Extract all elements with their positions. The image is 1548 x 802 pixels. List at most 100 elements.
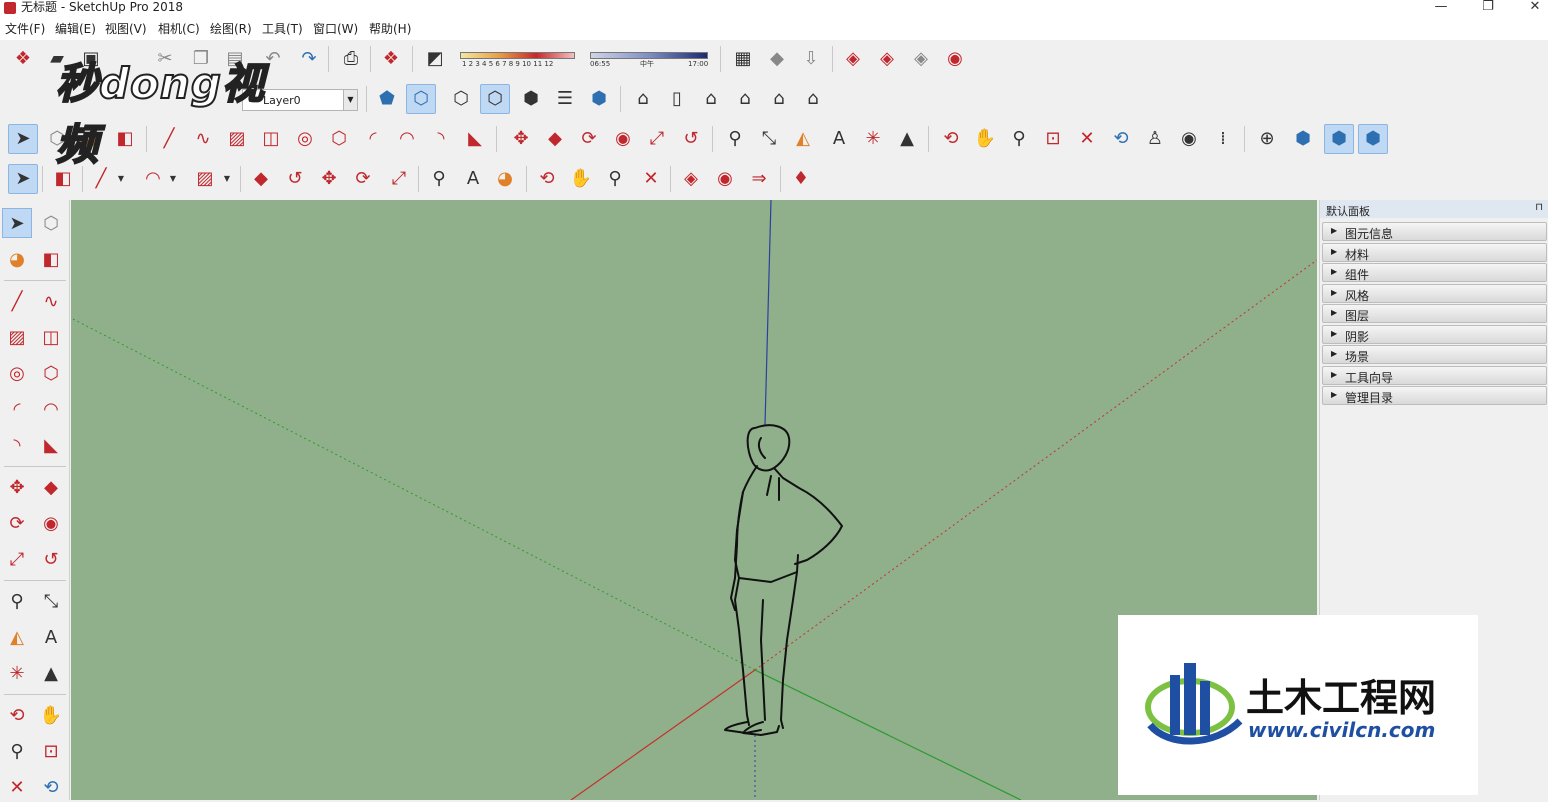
select-tool-icon[interactable]: ➤ — [8, 124, 38, 154]
tape-measure-icon[interactable]: ⚲ — [720, 124, 750, 154]
ruby-disabled-icon[interactable]: ◈ — [906, 44, 936, 74]
panel-outliner[interactable]: ▶ 管理目录 — [1322, 386, 1547, 405]
panel-styles[interactable]: ▶ 风格 — [1322, 284, 1547, 303]
push-pull-icon[interactable]: ◆ — [540, 124, 570, 154]
pie-tool-icon[interactable]: ◣ — [36, 430, 66, 460]
axes-tool-icon[interactable]: ✳ — [2, 658, 32, 688]
zoom-window-icon[interactable]: ⊡ — [1038, 124, 1068, 154]
follow-me-icon[interactable]: ◉ — [36, 508, 66, 538]
pan-tool-icon[interactable]: ✋ — [566, 164, 596, 194]
extension-warehouse-icon[interactable]: ⇩ — [796, 44, 826, 74]
eraser-icon[interactable]: ◧ — [36, 244, 66, 274]
menu-tools[interactable]: 工具(T) — [262, 22, 303, 36]
pan-tool-icon[interactable]: ✋ — [970, 124, 1000, 154]
paint-bucket-icon[interactable]: ◕ — [490, 164, 520, 194]
monochrome-style-icon[interactable]: ⬢ — [584, 84, 614, 114]
share-model-icon[interactable]: ◆ — [762, 44, 792, 74]
offset-tool-icon[interactable]: ↺ — [36, 544, 66, 574]
tape-measure-icon[interactable]: ⚲ — [424, 164, 454, 194]
tape-measure-icon[interactable]: ⚲ — [2, 586, 32, 616]
dimension-tool-icon[interactable]: ⤡ — [754, 124, 784, 154]
two-point-arc-icon[interactable]: ◠ — [392, 124, 422, 154]
offset-tool-icon[interactable]: ↺ — [676, 124, 706, 154]
print-icon[interactable]: ⎙ — [336, 44, 366, 74]
polygon-tool-icon[interactable]: ⬡ — [324, 124, 354, 154]
back-edges-style-icon[interactable]: ⬡ — [406, 84, 436, 114]
freehand-tool-icon[interactable]: ∿ — [36, 286, 66, 316]
shadow-toggle-icon[interactable]: ◩ — [420, 44, 450, 74]
select-tool-icon[interactable]: ➤ — [2, 208, 32, 238]
panel-instructor[interactable]: ▶ 工具向导 — [1322, 366, 1547, 385]
month-slider[interactable] — [460, 52, 575, 59]
panel-entity-info[interactable]: ▶ 图元信息 — [1322, 222, 1547, 241]
ruby-edit-icon[interactable]: ◈ — [872, 44, 902, 74]
menu-edit[interactable]: 编辑(E) — [55, 22, 96, 36]
dimension-tool-icon[interactable]: ⤡ — [36, 586, 66, 616]
circle-tool-icon[interactable]: ◎ — [290, 124, 320, 154]
three-point-arc-icon[interactable]: ◝ — [2, 430, 32, 460]
back-view-icon[interactable]: ⌂ — [764, 84, 794, 114]
circle-tool-icon[interactable]: ◎ — [2, 358, 32, 388]
right-view-icon[interactable]: ⌂ — [730, 84, 760, 114]
zoom-tool-icon[interactable]: ⚲ — [1004, 124, 1034, 154]
scale-tool-icon[interactable]: ⤢ — [2, 544, 32, 574]
pie-tool-icon[interactable]: ◣ — [460, 124, 490, 154]
zoom-tool-icon[interactable]: ⚲ — [2, 736, 32, 766]
orbit-tool-icon[interactable]: ⟲ — [2, 700, 32, 730]
zoom-extents-icon[interactable]: ✕ — [1072, 124, 1102, 154]
rotated-rectangle-icon[interactable]: ◫ — [36, 322, 66, 352]
previous-view-icon[interactable]: ⟲ — [36, 772, 66, 802]
redo-icon[interactable]: ↷ — [294, 44, 324, 74]
paint-bucket-icon[interactable]: ◕ — [2, 244, 32, 274]
move-tool-icon[interactable]: ✥ — [2, 472, 32, 502]
text-tool-icon[interactable]: A — [36, 622, 66, 652]
polygon-tool-icon[interactable]: ⬡ — [36, 358, 66, 388]
follow-me-icon[interactable]: ◉ — [608, 124, 638, 154]
rotate-tool-icon[interactable]: ⟳ — [348, 164, 378, 194]
maximize-button[interactable]: ❐ — [1465, 0, 1511, 16]
menu-help[interactable]: 帮助(H) — [369, 22, 411, 36]
pin-icon[interactable]: ⊓ — [1535, 202, 1543, 213]
new-model-icon[interactable]: ❖ — [8, 44, 38, 74]
rotate-tool-icon[interactable]: ⟳ — [574, 124, 604, 154]
panel-shadows[interactable]: ▶ 阴影 — [1322, 325, 1547, 344]
menu-draw[interactable]: 绘图(R) — [210, 22, 252, 36]
hidden-line-style-icon[interactable]: ⬡ — [480, 84, 510, 114]
wireframe-style-icon[interactable]: ⬡ — [446, 84, 476, 114]
protractor-icon[interactable]: ◭ — [2, 622, 32, 652]
zoom-tool-icon[interactable]: ⚲ — [600, 164, 630, 194]
panel-layers[interactable]: ▶ 图层 — [1322, 304, 1547, 323]
arc-tool-icon[interactable]: ◜ — [358, 124, 388, 154]
move-tool-icon[interactable]: ✥ — [506, 124, 536, 154]
send-to-layout-icon[interactable]: ⇒ — [744, 164, 774, 194]
shaded-style-icon[interactable]: ⬢ — [516, 84, 546, 114]
time-slider[interactable] — [590, 52, 708, 59]
display-section-fill-icon[interactable]: ⬢ — [1358, 124, 1388, 154]
panel-components[interactable]: ▶ 组件 — [1322, 263, 1547, 282]
chevron-down-icon[interactable]: ▼ — [343, 90, 357, 110]
make-component-icon[interactable]: ⬡ — [36, 208, 66, 238]
position-camera-icon[interactable]: ♙ — [1140, 124, 1170, 154]
ruby-gem-icon[interactable]: ♦ — [786, 164, 816, 194]
zoom-extents-icon[interactable]: ✕ — [2, 772, 32, 802]
axes-tool-icon[interactable]: ✳ — [858, 124, 888, 154]
rectangle-tool-icon[interactable]: ▨ — [2, 322, 32, 352]
orbit-tool-icon[interactable]: ⟲ — [936, 124, 966, 154]
move-tool-icon[interactable]: ✥ — [314, 164, 344, 194]
arc-tool-icon[interactable]: ◜ — [2, 394, 32, 424]
walk-tool-icon[interactable]: ⁞ — [1208, 124, 1238, 154]
pan-tool-icon[interactable]: ✋ — [36, 700, 66, 730]
menu-window[interactable]: 窗口(W) — [313, 22, 358, 36]
look-around-icon[interactable]: ◉ — [1174, 124, 1204, 154]
select-tool-icon[interactable]: ➤ — [8, 164, 38, 194]
zoom-window-icon[interactable]: ⊡ — [36, 736, 66, 766]
iso-view-icon[interactable]: ⌂ — [628, 84, 658, 114]
display-section-planes-icon[interactable]: ⬢ — [1288, 124, 1318, 154]
warehouse-icon[interactable]: ▦ — [728, 44, 758, 74]
zoom-extents-icon[interactable]: ✕ — [636, 164, 666, 194]
panel-materials[interactable]: ▶ 材料 — [1322, 243, 1547, 262]
text-tool-icon[interactable]: A — [824, 124, 854, 154]
line-tool-icon[interactable]: ╱ — [2, 286, 32, 316]
left-view-icon[interactable]: ⌂ — [798, 84, 828, 114]
front-view-icon[interactable]: ⌂ — [696, 84, 726, 114]
